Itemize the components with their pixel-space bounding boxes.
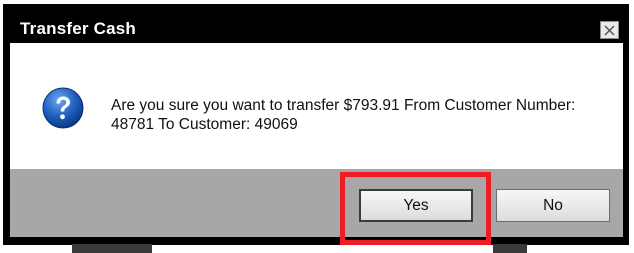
background-text-fragment (493, 244, 527, 253)
dialog-body: Are you sure you want to transfer $793.9… (10, 43, 623, 169)
dialog-title: Transfer Cash (20, 19, 136, 38)
close-button[interactable] (600, 21, 619, 39)
confirmation-message: Are you sure you want to transfer $793.9… (111, 97, 576, 133)
title-bar: Transfer Cash (10, 11, 623, 43)
screenshot: Transfer Cash Are you sure you want to t… (0, 0, 634, 253)
transfer-cash-dialog: Transfer Cash Are you sure you want to t… (3, 4, 629, 245)
button-bar: Yes No (10, 169, 623, 237)
question-icon (42, 87, 84, 129)
yes-button-highlight (340, 172, 491, 245)
no-button[interactable]: No (496, 189, 610, 222)
close-icon (604, 25, 615, 36)
background-text-fragment (72, 244, 152, 253)
